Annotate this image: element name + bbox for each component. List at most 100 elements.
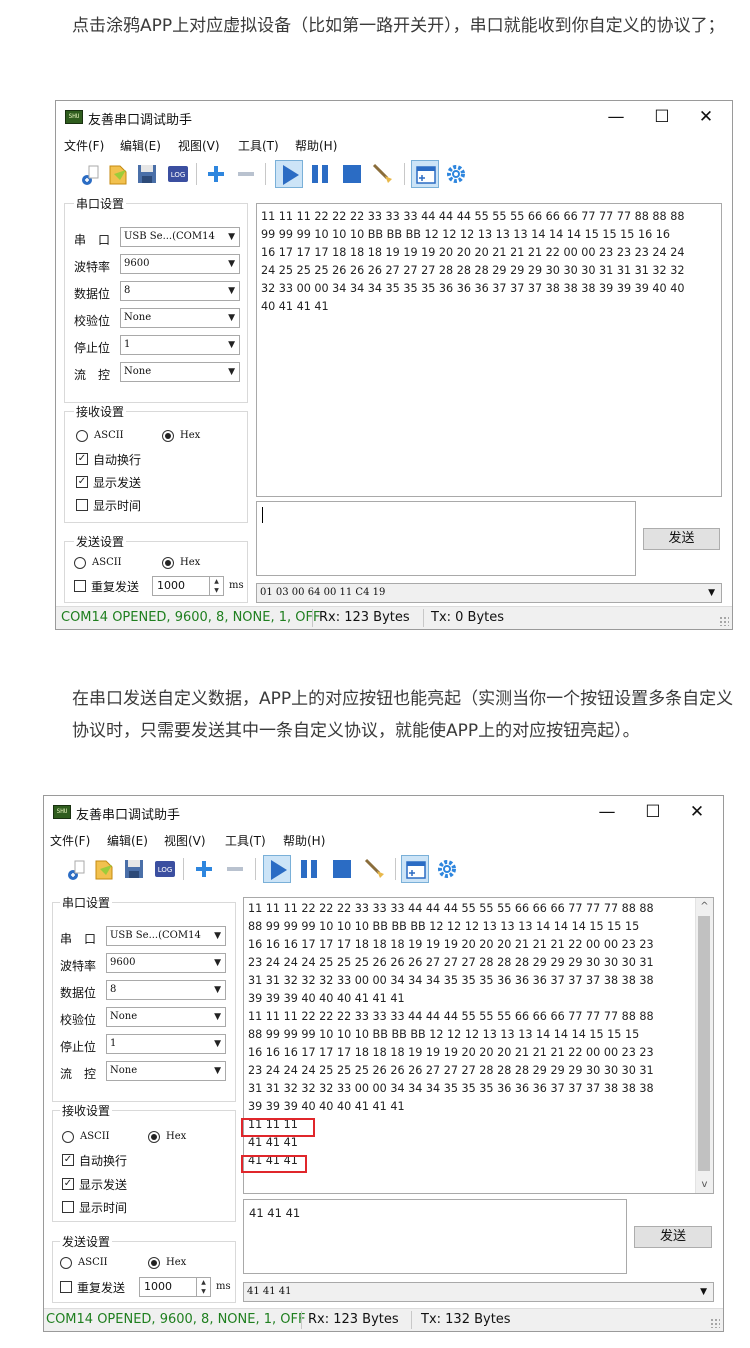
- menu-help[interactable]: 帮助(H): [295, 137, 337, 154]
- interval-stepper[interactable]: 1000 ▲ ▼: [152, 576, 224, 596]
- port-select[interactable]: USB Se...(COM14 ▼: [106, 926, 226, 946]
- new-file-icon[interactable]: [62, 855, 90, 883]
- receive-scrollbar[interactable]: ^ v: [695, 898, 713, 1193]
- auto-wrap-checkbox[interactable]: ✓: [76, 453, 88, 465]
- send-ascii-radio[interactable]: [60, 1257, 72, 1269]
- parity-select[interactable]: None ▼: [106, 1007, 226, 1027]
- menu-view[interactable]: 视图(V): [178, 137, 220, 154]
- send-hex-radio[interactable]: [162, 557, 174, 569]
- menu-edit[interactable]: 编辑(E): [120, 137, 161, 154]
- close-button[interactable]: ✕: [675, 800, 719, 824]
- save-icon[interactable]: [133, 160, 161, 188]
- send-button[interactable]: 发送: [643, 528, 720, 550]
- menu-tools[interactable]: 工具(T): [225, 832, 266, 849]
- pause-icon[interactable]: [295, 855, 323, 883]
- add-icon[interactable]: [202, 160, 230, 188]
- settings-gear-icon[interactable]: [442, 160, 470, 188]
- instruction-paragraph-1: 点击涂鸦APP上对应虚拟设备（比如第一路开关开），串口就能收到你自定义的协议了；: [72, 16, 725, 36]
- menu-edit[interactable]: 编辑(E): [107, 832, 148, 849]
- resize-grip[interactable]: [710, 1318, 720, 1328]
- flow-select[interactable]: None ▼: [106, 1061, 226, 1081]
- app-icon: SHU: [53, 805, 71, 819]
- menu-file[interactable]: 文件(F): [64, 137, 104, 154]
- broom-icon[interactable]: [361, 855, 389, 883]
- databits-select[interactable]: 8 ▼: [120, 281, 240, 301]
- log-icon[interactable]: LOG: [164, 160, 192, 188]
- flow-label: 流 控: [60, 1067, 97, 1081]
- receive-line: 88 99 99 99 10 10 10 BB BB BB 12 12 12 1…: [248, 920, 640, 933]
- show-time-checkbox[interactable]: [62, 1201, 74, 1213]
- scroll-up-icon[interactable]: ^: [696, 898, 713, 915]
- send-input[interactable]: 41 41 41: [243, 1199, 627, 1274]
- save-icon[interactable]: [120, 855, 148, 883]
- title-bar[interactable]: SHU 友善串口调试助手 — ☐ ✕: [56, 101, 732, 133]
- broom-icon[interactable]: [369, 160, 397, 188]
- maximize-button[interactable]: ☐: [640, 105, 684, 129]
- port-select[interactable]: USB Se...(COM14 ▼: [120, 227, 240, 247]
- receive-settings-title: 接收设置: [60, 1102, 113, 1119]
- receive-area[interactable]: 11 11 11 22 22 22 33 33 33 44 44 44 55 5…: [241, 897, 714, 1194]
- baud-select[interactable]: 9600 ▼: [106, 953, 226, 973]
- menu-bar: 文件(F) 编辑(E) 视图(V) 工具(T) 帮助(H): [44, 829, 723, 851]
- settings-gear-icon[interactable]: [433, 855, 461, 883]
- auto-wrap-checkbox[interactable]: ✓: [62, 1154, 74, 1166]
- flow-select[interactable]: None ▼: [120, 362, 240, 382]
- open-file-icon[interactable]: [104, 160, 132, 188]
- repeat-send-checkbox[interactable]: [74, 580, 86, 592]
- minimize-button[interactable]: —: [585, 800, 629, 824]
- close-button[interactable]: ✕: [684, 105, 728, 129]
- repeat-send-checkbox[interactable]: [60, 1281, 72, 1293]
- menu-view[interactable]: 视图(V): [164, 832, 206, 849]
- window-layout-icon[interactable]: [401, 855, 429, 883]
- receive-line: 11 11 11 22 22 22 33 33 33 44 44 44 55 5…: [248, 1010, 654, 1023]
- recv-hex-radio[interactable]: [148, 1131, 160, 1143]
- menu-help[interactable]: 帮助(H): [283, 832, 325, 849]
- baud-select[interactable]: 9600 ▼: [120, 254, 240, 274]
- title-bar[interactable]: SHU 友善串口调试助手 — ☐ ✕: [44, 796, 723, 828]
- scroll-down-icon[interactable]: v: [696, 1176, 713, 1193]
- send-hex-radio[interactable]: [148, 1257, 160, 1269]
- send-button[interactable]: 发送: [634, 1226, 712, 1248]
- settings-sidebar: 串口设置 串 口 USB Se...(COM14 ▼ 波特率 9600 ▼ 数据位 …: [44, 892, 239, 1303]
- pause-icon[interactable]: [306, 160, 334, 188]
- status-port: COM14 OPENED, 9600, 8, NONE, 1, OFF: [46, 1312, 306, 1327]
- window-layout-icon[interactable]: [411, 160, 439, 188]
- log-icon[interactable]: LOG: [151, 855, 179, 883]
- resize-grip[interactable]: [719, 616, 729, 626]
- interval-stepper[interactable]: 1000 ▲ ▼: [139, 1277, 211, 1297]
- recv-ascii-radio[interactable]: [62, 1131, 74, 1143]
- add-icon[interactable]: [190, 855, 218, 883]
- settings-sidebar: 串口设置 串 口 USB Se...(COM14 ▼ 波特率 9600 ▼ 数据位 …: [56, 193, 251, 603]
- stopbits-select[interactable]: 1 ▼: [120, 335, 240, 355]
- maximize-button[interactable]: ☐: [631, 800, 675, 824]
- send-history-combo[interactable]: 41 41 41 ▼: [243, 1282, 714, 1302]
- recv-ascii-radio[interactable]: [76, 430, 88, 442]
- databits-select[interactable]: 8 ▼: [106, 980, 226, 1000]
- send-history-combo[interactable]: 01 03 00 64 00 11 C4 19 ▼: [256, 583, 722, 603]
- show-send-checkbox[interactable]: ✓: [62, 1178, 74, 1190]
- scroll-thumb[interactable]: [698, 916, 710, 1171]
- minimize-button[interactable]: —: [594, 105, 638, 129]
- menu-file[interactable]: 文件(F): [50, 832, 90, 849]
- new-file-icon[interactable]: [76, 160, 104, 188]
- port-label: 串 口: [60, 932, 97, 946]
- start-icon[interactable]: [263, 855, 291, 883]
- show-time-checkbox[interactable]: [76, 499, 88, 511]
- recv-hex-radio[interactable]: [162, 430, 174, 442]
- remove-icon[interactable]: [221, 855, 249, 883]
- open-file-icon[interactable]: [90, 855, 118, 883]
- menu-tools[interactable]: 工具(T): [238, 137, 279, 154]
- start-icon[interactable]: [275, 160, 303, 188]
- stop-icon[interactable]: [338, 160, 366, 188]
- send-input[interactable]: [256, 501, 636, 576]
- send-ascii-radio[interactable]: [74, 557, 86, 569]
- stop-icon[interactable]: [328, 855, 356, 883]
- parity-select[interactable]: None ▼: [120, 308, 240, 328]
- receive-area[interactable]: 11 11 11 22 22 22 33 33 33 44 44 44 55 5…: [256, 203, 722, 497]
- remove-icon[interactable]: [232, 160, 260, 188]
- stopbits-select[interactable]: 1 ▼: [106, 1034, 226, 1054]
- receive-line: 39 39 39 40 40 40 41 41 41: [248, 992, 405, 1005]
- stopbits-label: 停止位: [74, 341, 111, 355]
- show-send-checkbox[interactable]: ✓: [76, 476, 88, 488]
- send-ascii-label: ASCII: [92, 557, 122, 568]
